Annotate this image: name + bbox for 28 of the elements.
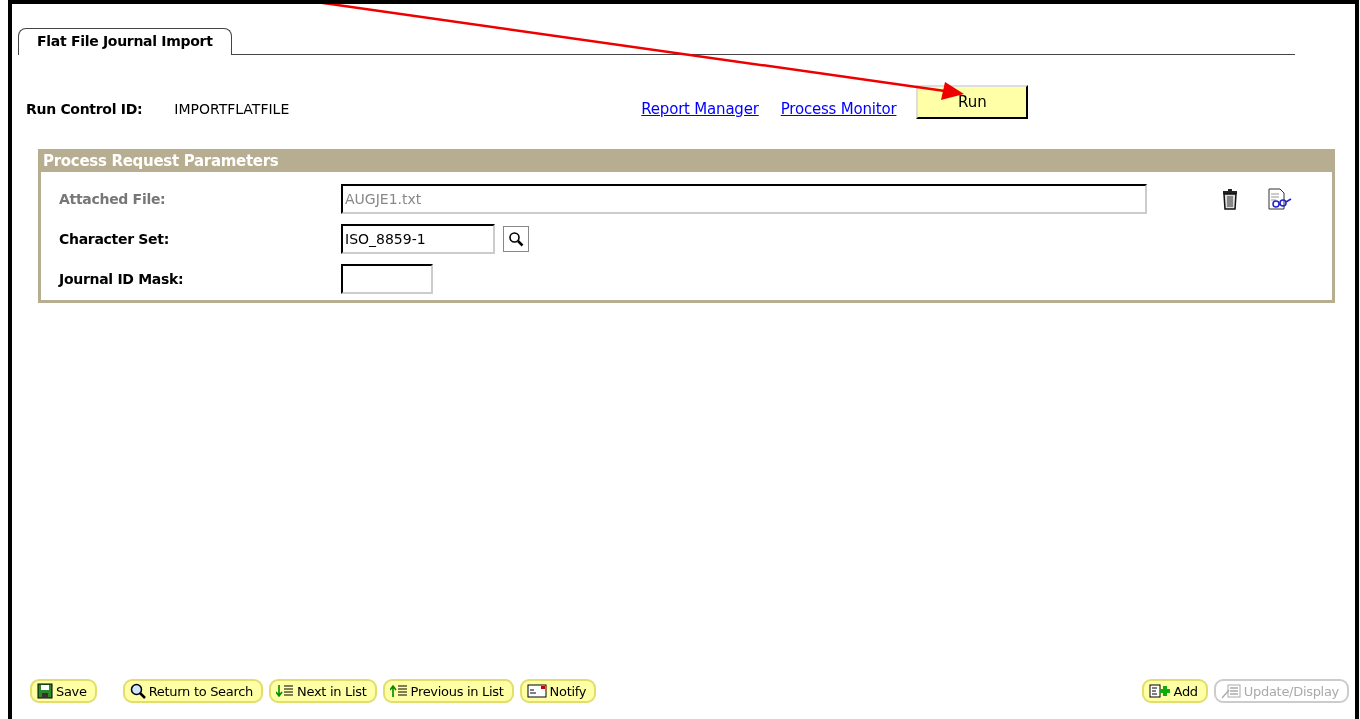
run-control-value: IMPORTFLATFILE <box>174 101 290 117</box>
down-list-icon <box>276 683 295 699</box>
search-icon <box>129 683 146 699</box>
up-list-icon <box>389 683 408 699</box>
view-document-icon[interactable] <box>1268 188 1292 210</box>
toolbar-button[interactable]: Notify <box>519 679 597 703</box>
run-button[interactable]: Run <box>916 85 1029 119</box>
toolbar-button[interactable]: Return to Search <box>122 679 264 703</box>
lookup-button[interactable] <box>503 226 529 252</box>
page-link[interactable]: Process Monitor <box>780 100 897 118</box>
input-field[interactable]: ISO_8859-1 <box>341 224 495 254</box>
toolbar-button[interactable]: Next in List <box>269 679 377 703</box>
input-field[interactable] <box>341 264 433 294</box>
run-control-label: Run Control ID: <box>26 101 143 117</box>
toolbar-button[interactable]: Save <box>30 679 97 703</box>
trash-icon[interactable] <box>1222 188 1238 210</box>
page-tab[interactable]: Flat File Journal Import <box>18 28 232 55</box>
field-label: Character Set: <box>59 231 170 247</box>
field-label: Journal ID Mask: <box>59 271 185 287</box>
panel-title: Process Request Parameters <box>41 152 1332 172</box>
toolbar-button[interactable]: Previous in List <box>382 679 514 703</box>
search-icon <box>508 231 524 247</box>
add-row-icon <box>1148 683 1171 699</box>
toolbar-button[interactable]: Add <box>1141 679 1208 703</box>
field-label: Attached File: <box>59 191 167 207</box>
edit-form-icon <box>1220 683 1241 699</box>
page-link[interactable]: Report Manager <box>641 100 759 118</box>
envelope-icon <box>526 683 547 699</box>
